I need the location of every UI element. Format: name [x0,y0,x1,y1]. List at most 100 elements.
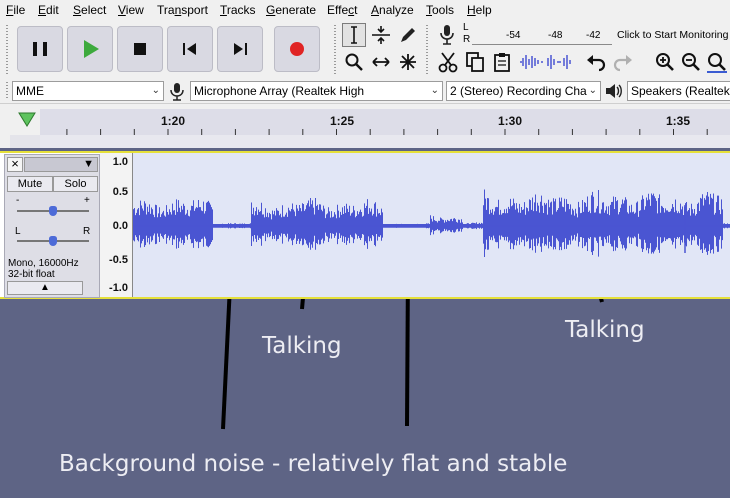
microphone-meter-icon[interactable] [435,23,459,47]
audio-track: × ▼ Mute Solo - + L R Mono, 16000Hz 32-b… [0,151,730,299]
ruler-ticks [66,129,708,135]
draw-tool-icon[interactable] [396,23,420,47]
audio-host-select[interactable]: MME ⌄ [12,81,164,101]
meter-scale-label: -54 [506,30,521,41]
annotation-talking: Talking [565,317,645,343]
start-monitoring-label[interactable]: Click to Start Monitoring [617,29,728,41]
play-head-icon[interactable] [18,112,36,133]
track-menu-button[interactable]: ▼ [24,157,98,172]
timeline-ruler[interactable]: 1:20 1:25 1:30 1:35 [40,109,730,135]
menu-tracks[interactable]: Tracks [220,3,256,17]
annotation-talking: Talking [262,333,342,359]
menu-generate[interactable]: Generate [266,3,316,17]
pan-right-label: R [83,226,91,237]
skip-start-icon [183,43,196,55]
gain-plus-label: + [84,195,90,206]
vertical-scale[interactable]: 1.0 0.5 0.0 -0.5 -1.0 [100,153,133,297]
scale-label: -1.0 [109,282,128,294]
zoom-out-icon[interactable] [679,50,703,74]
scale-label: 0.0 [112,220,128,232]
close-icon: × [11,156,19,171]
paste-icon[interactable] [490,50,514,74]
zoom-tool-icon[interactable] [342,50,366,74]
collapse-arrow-icon: ▲ [40,282,50,293]
track-control-panel[interactable]: × ▼ Mute Solo - + L R Mono, 16000Hz 32-b… [4,154,100,298]
toolbar-grip[interactable] [6,25,8,75]
skip-to-end-button[interactable] [217,26,263,72]
time-shift-tool-icon[interactable] [369,50,393,74]
toolbar-grip[interactable] [426,25,428,75]
redo-icon [611,50,635,74]
play-icon [84,40,99,58]
recording-device-value: Microphone Array (Realtek High [194,84,365,98]
pan-slider-thumb[interactable] [49,236,57,246]
scale-label: 0.5 [112,186,128,198]
arrow-line [599,299,604,303]
stop-icon [134,43,146,55]
play-button[interactable] [67,26,113,72]
solo-button[interactable]: Solo [53,176,98,192]
gain-minus-label: - [16,195,20,206]
track-sample-format: 32-bit float [8,269,55,280]
menu-file[interactable]: File [6,3,25,17]
chevron-down-icon: ⌄ [586,82,597,100]
waveform-display[interactable] [133,153,730,297]
time-label: 1:25 [330,114,355,128]
chevron-down-icon: ⌄ [428,82,439,100]
meter-right-label: R [463,34,471,45]
menu-edit[interactable]: Edit [38,3,59,17]
selection-tool-icon[interactable] [342,23,366,47]
audio-host-value: MME [16,84,44,98]
arrow-line [405,299,410,427]
zoom-in-icon[interactable] [653,50,677,74]
multi-tool-icon[interactable] [396,50,420,74]
copy-icon[interactable] [463,50,487,74]
menu-help[interactable]: Help [467,3,492,17]
waveform [133,189,730,258]
time-label: 1:30 [498,114,523,128]
undo-icon[interactable] [584,50,608,74]
toolbar-grip[interactable] [6,82,8,100]
mute-button[interactable]: Mute [7,176,53,192]
menu-effect[interactable]: Effect [327,3,357,17]
toolbar-grip[interactable] [334,25,336,75]
chevron-down-icon: ▼ [83,158,94,170]
playback-device-select[interactable]: Speakers (Realtek High [627,81,730,101]
scale-label: 1.0 [112,156,128,168]
time-label: 1:35 [666,114,691,128]
record-icon [290,42,304,56]
time-label: 1:20 [161,114,186,128]
silence-audio-icon[interactable] [546,50,572,74]
cut-icon[interactable] [436,50,460,74]
stop-button[interactable] [117,26,163,72]
close-track-button[interactable]: × [7,157,23,172]
collapse-track-button[interactable]: ▲ [7,281,83,295]
menu-analyze[interactable]: Analyze [371,3,414,17]
recording-channels-select[interactable]: 2 (Stereo) Recording Char ⌄ [446,81,601,101]
skip-end-icon [234,43,247,55]
waveform-path [133,189,730,258]
toolbar-area: L R -54 -48 -42 Click to Start Monitorin… [0,21,730,80]
menu-transport[interactable]: Transport [157,3,208,17]
meter-scale-label: -48 [548,30,563,41]
trim-audio-icon[interactable] [518,50,544,74]
menu-view[interactable]: View [118,3,144,17]
device-toolbar: MME ⌄ Microphone Array (Realtek High ⌄ 2… [0,79,730,104]
gain-slider-thumb[interactable] [49,206,57,216]
record-button[interactable] [274,26,320,72]
pause-icon [33,42,47,56]
menu-select[interactable]: Select [73,3,106,17]
skip-to-start-button[interactable] [167,26,213,72]
meter-scale-label: -42 [586,30,601,41]
annotation-area: Talking Talking Background noise - relat… [0,299,730,498]
pause-button[interactable] [17,26,63,72]
recording-device-select[interactable]: Microphone Array (Realtek High ⌄ [190,81,443,101]
envelope-tool-icon[interactable] [369,23,393,47]
menu-bar: File Edit Select View Transport Tracks G… [0,0,730,21]
timeline-area: 1:20 1:25 1:30 1:35 [0,104,730,148]
fit-selection-icon[interactable] [705,50,729,74]
menu-tools[interactable]: Tools [426,3,454,17]
recording-channels-value: 2 (Stereo) Recording Char [450,84,591,98]
playback-device-value: Speakers (Realtek High [631,84,730,98]
track-sample-rate: Mono, 16000Hz [8,258,79,269]
